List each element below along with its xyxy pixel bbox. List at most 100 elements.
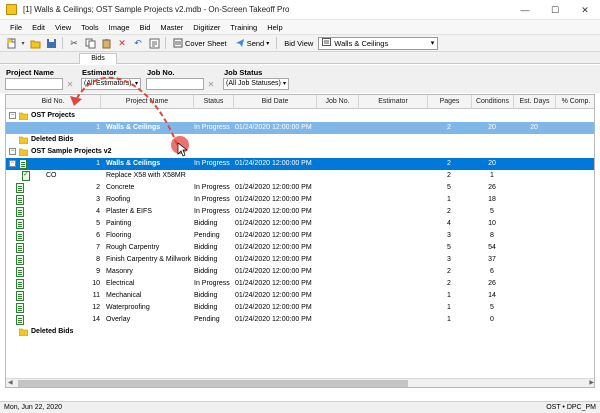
delete-icon[interactable]: ✕ — [115, 36, 129, 50]
cut-icon[interactable]: ✂ — [67, 36, 81, 50]
project-name: Walls & Ceilings — [106, 160, 161, 167]
bid-number: 10 — [92, 280, 100, 287]
menu-view[interactable]: View — [51, 23, 77, 32]
column-header-pages[interactable]: Pages — [428, 95, 472, 109]
pages-count: 2 — [447, 172, 451, 179]
table-row[interactable]: 1 Walls & Ceilings In Progress 01/24/202… — [6, 122, 594, 134]
project-name: Mechanical — [106, 292, 142, 299]
scrollbar-thumb[interactable] — [18, 380, 408, 387]
table-row[interactable]: − 1 Walls & Ceilings In Progress 01/24/2020 … — [6, 158, 594, 170]
bid-status: Bidding — [194, 304, 218, 311]
bid-status: In Progress — [194, 160, 230, 167]
column-header-estimator[interactable]: Estimator — [359, 95, 428, 109]
table-row[interactable]: CO Replace X58 with X58MR 2 1 — [6, 170, 594, 182]
table-row[interactable]: 4 Plaster & EIFS In Progress 01/24/2020 12:… — [6, 206, 594, 218]
menu-help[interactable]: Help — [263, 23, 288, 32]
cover-sheet-button[interactable]: Cover Sheet — [170, 36, 230, 50]
bid-document-icon — [16, 195, 24, 205]
est-days — [514, 218, 554, 230]
table-row[interactable]: 7 Rough Carpentry Bidding 01/24/2020 12:00:… — [6, 242, 594, 254]
table-row[interactable]: 2 Concrete In Progress 01/24/2020 12:00:00 … — [6, 182, 594, 194]
scroll-left-icon[interactable]: ◀ — [8, 379, 13, 387]
copy-icon[interactable] — [83, 36, 97, 50]
bid-number: 7 — [96, 244, 100, 251]
chevron-down-icon[interactable]: ▾ — [20, 36, 26, 50]
bid-document-icon — [16, 303, 24, 313]
est-days — [514, 254, 554, 266]
menu-digitizer[interactable]: Digitizer — [189, 23, 226, 32]
collapse-icon[interactable]: − — [9, 112, 16, 119]
scroll-right-icon[interactable]: ▶ — [589, 379, 594, 387]
conditions-count: 5 — [490, 208, 494, 215]
table-row[interactable]: 12 Waterproofing Bidding 01/24/2020 12:00:0… — [6, 302, 594, 314]
estimator-select[interactable]: (All Estimators) ▾ — [81, 78, 141, 90]
send-icon — [235, 39, 244, 47]
project-name-field[interactable] — [5, 78, 63, 90]
open-icon[interactable] — [28, 36, 42, 50]
column-header-est-days[interactable]: Est. Days — [514, 95, 556, 109]
table-row[interactable]: 8 Finish Carpentry & Millwork Bidding 01/24… — [6, 254, 594, 266]
menu-master[interactable]: Master — [156, 23, 189, 32]
clear-icon[interactable]: ✕ — [205, 78, 217, 90]
close-button[interactable]: ✕ — [570, 0, 600, 20]
undo-icon[interactable]: ↶ — [131, 36, 145, 50]
group-row-deleted-bids[interactable]: Deleted Bids — [6, 326, 594, 338]
bid-date: 01/24/2020 12:00:00 PM — [235, 244, 312, 251]
properties-icon[interactable] — [147, 36, 161, 50]
bid-number: 3 — [96, 196, 100, 203]
est-days — [514, 266, 554, 278]
column-header-project-name[interactable]: Project Name — [101, 95, 194, 109]
table-row[interactable]: 14 Overlay Pending 01/24/2020 12:00:00 PM 1 0 — [6, 314, 594, 326]
group-row-ost-sample-projects[interactable]: − OST Sample Projects v2 — [6, 146, 594, 158]
column-header-conditions[interactable]: Conditions — [472, 95, 514, 109]
paste-icon[interactable] — [99, 36, 113, 50]
collapse-icon[interactable]: − — [9, 148, 16, 155]
table-row[interactable]: 9 Masonry Bidding 01/24/2020 12:00:00 PM 2 6 — [6, 266, 594, 278]
column-header-bid-no[interactable]: Bid No. — [6, 95, 101, 109]
menu-edit[interactable]: Edit — [28, 23, 51, 32]
save-icon[interactable] — [44, 36, 58, 50]
clear-icon[interactable]: ✕ — [64, 78, 76, 90]
bid-date: 01/24/2020 12:00:00 PM — [235, 304, 312, 311]
menu-file[interactable]: File — [6, 23, 28, 32]
pages-count: 5 — [447, 184, 451, 191]
change-order-icon — [22, 170, 30, 181]
group-row-deleted-bids[interactable]: Deleted Bids — [6, 134, 594, 146]
table-row[interactable]: 11 Mechanical Bidding 01/24/2020 12:00:00 P… — [6, 290, 594, 302]
bid-number: 8 — [96, 256, 100, 263]
tab-bids[interactable]: Bids — [79, 53, 117, 64]
bid-date: 01/24/2020 12:00:00 PM — [235, 268, 312, 275]
bid-status: Bidding — [194, 244, 218, 251]
conditions-count: 8 — [490, 232, 494, 239]
pages-count: 2 — [447, 160, 451, 167]
maximize-button[interactable]: ☐ — [540, 0, 570, 20]
menu-training[interactable]: Training — [226, 23, 263, 32]
menu-tools[interactable]: Tools — [77, 23, 105, 32]
collapse-icon[interactable]: − — [9, 160, 16, 167]
menu-image[interactable]: Image — [105, 23, 136, 32]
new-icon[interactable] — [4, 36, 18, 50]
column-header-status[interactable]: Status — [194, 95, 234, 109]
job-no-field[interactable] — [146, 78, 204, 90]
column-header-job-no[interactable]: Job No. — [317, 95, 359, 109]
horizontal-scrollbar[interactable]: ◀ ▶ — [6, 378, 594, 387]
table-row[interactable]: 10 Electrical In Progress 01/24/2020 12:00:… — [6, 278, 594, 290]
chevron-down-icon: ▾ — [282, 81, 286, 87]
menu-bid[interactable]: Bid — [136, 23, 157, 32]
column-header-bid-date[interactable]: Bid Date — [234, 95, 317, 109]
table-row[interactable]: 5 Painting Bidding 01/24/2020 12:00:00 PM 4 1… — [6, 218, 594, 230]
group-name: Deleted Bids — [31, 328, 74, 335]
bid-status: In Progress — [194, 196, 230, 203]
bid-number: 4 — [96, 208, 100, 215]
job-status-select[interactable]: (All Job Statuses) ▾ — [223, 78, 289, 90]
send-button[interactable]: Send ▾ — [232, 36, 273, 50]
group-row-ost-projects[interactable]: − OST Projects — [6, 110, 594, 122]
bid-view-select[interactable]: Walls & Ceilings ▾ — [318, 36, 439, 50]
toolbar-divider — [62, 37, 63, 49]
minimize-button[interactable]: — — [510, 0, 540, 20]
conditions-count: 5 — [490, 304, 494, 311]
table-row[interactable]: 3 Roofing In Progress 01/24/2020 12:00:00 P… — [6, 194, 594, 206]
table-row[interactable]: 6 Flooring Pending 01/24/2020 12:00:00 PM 3 8 — [6, 230, 594, 242]
column-header-percent-complete[interactable]: % Comp. — [556, 95, 594, 109]
project-name: Overlay — [106, 316, 131, 323]
